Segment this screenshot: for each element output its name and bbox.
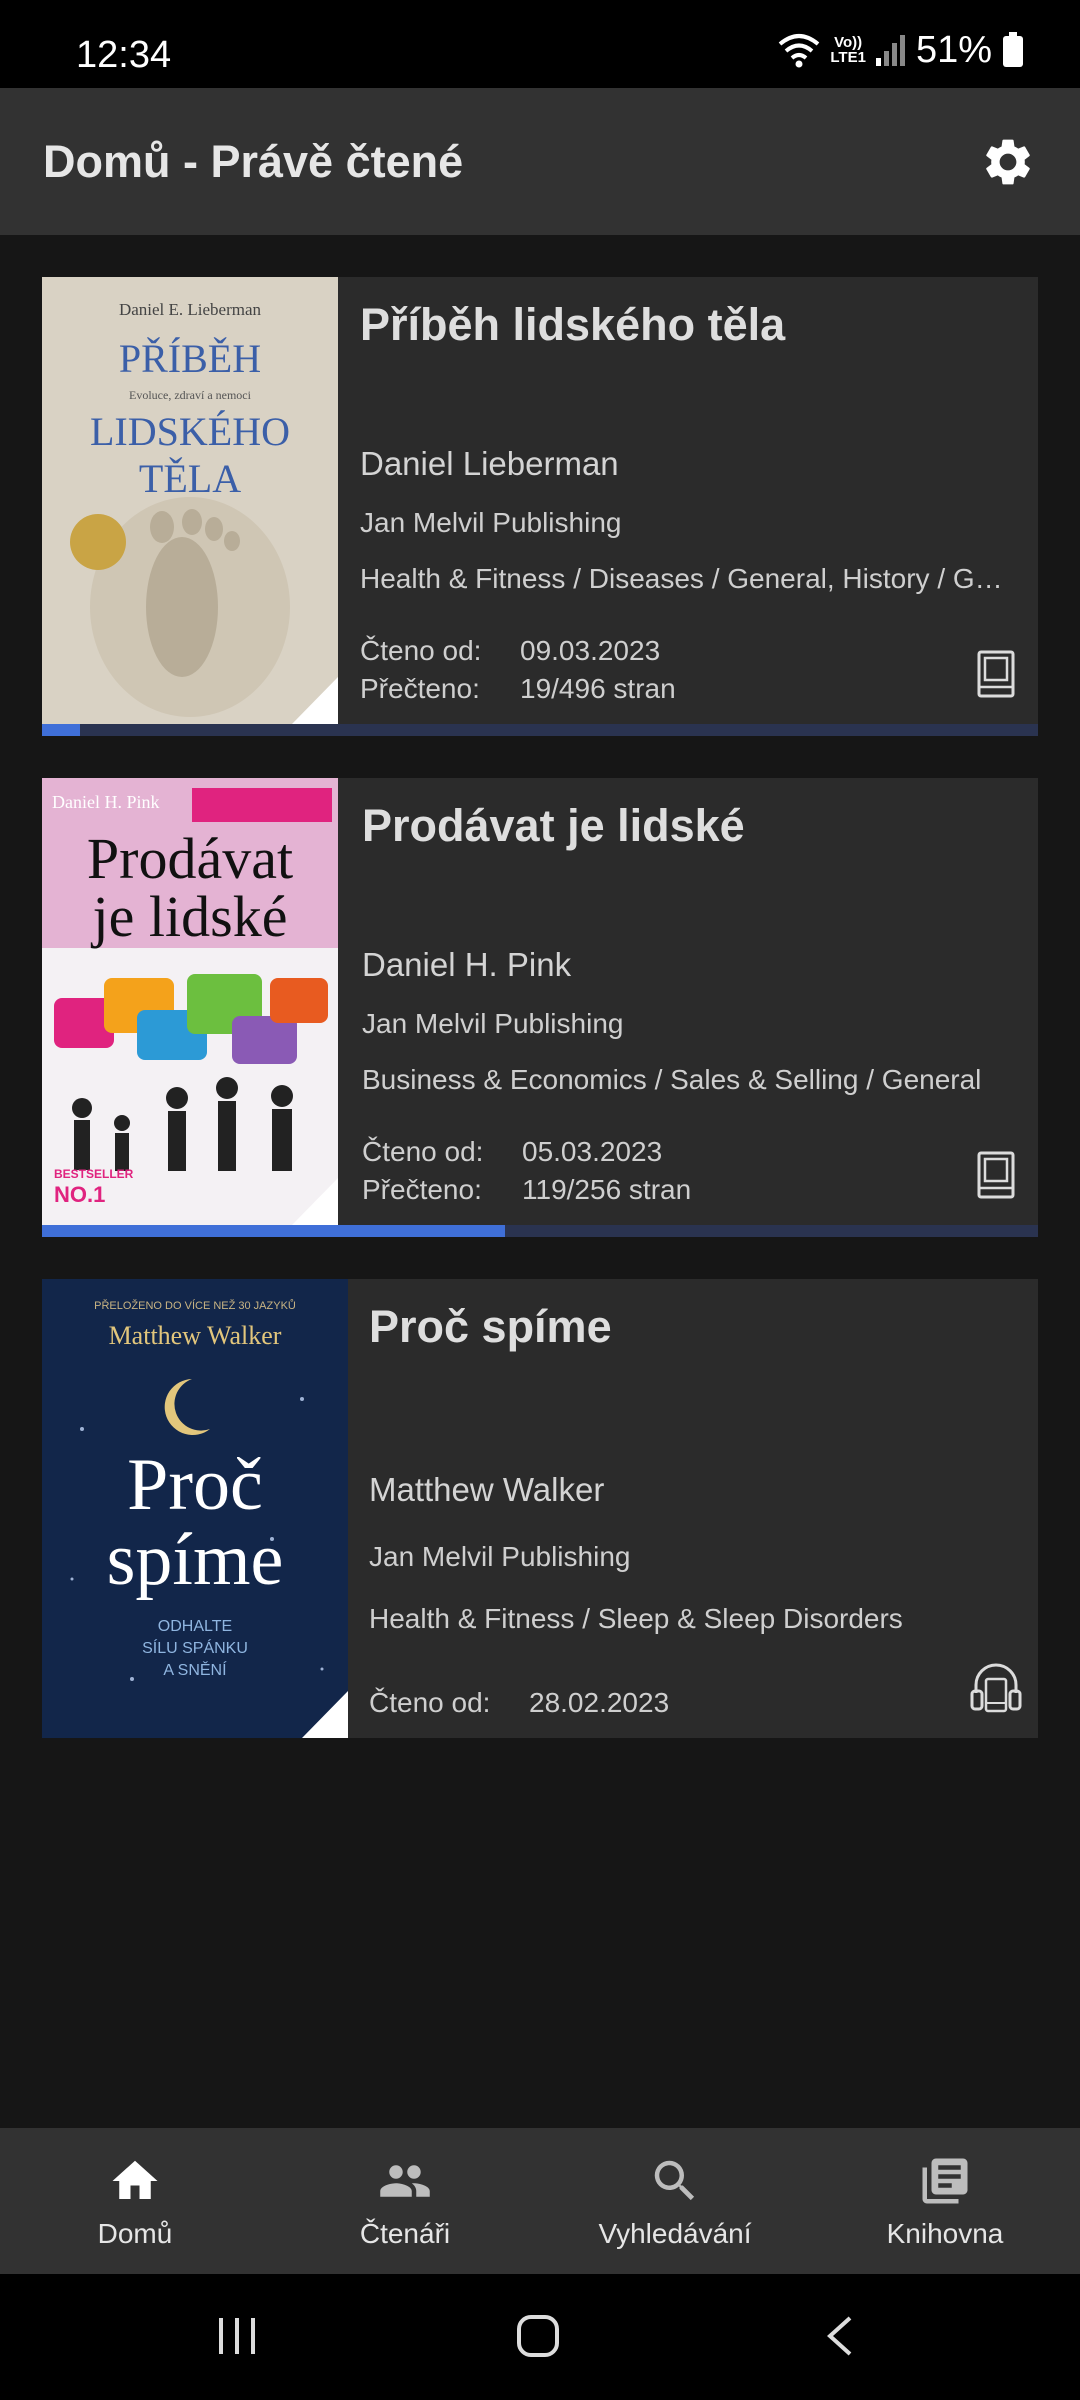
status-bar: 12:34 Vo)) LTE1 51% <box>0 0 1080 88</box>
book-publisher: Jan Melvil Publishing <box>369 1541 631 1572</box>
recent-apps-button[interactable] <box>215 2314 259 2358</box>
app-bar: Domů - Právě čtené <box>0 88 1080 235</box>
gear-icon[interactable] <box>980 134 1036 190</box>
cover-title-line2: LIDSKÉHO <box>90 409 290 454</box>
read-since-label: Čteno od: <box>369 1687 491 1718</box>
nav-search-label: Vyhledávání <box>598 2218 752 2249</box>
read-pages-row: Přečteno: 119/256 stran <box>362 1174 691 1206</box>
book-icon <box>977 650 1015 698</box>
book-categories: Health & Fitness / Sleep & Sleep Disorde… <box>369 1603 903 1634</box>
book-card[interactable]: PŘELOŽENO DO VÍCE NEŽ 30 JAZYKŮ Matthew … <box>42 1279 1038 1738</box>
book-categories: Business & Economics / Sales & Selling /… <box>362 1064 982 1095</box>
book-icon <box>977 1151 1015 1199</box>
read-pages-value: 119/256 stran <box>522 1174 692 1205</box>
book-cover-image: Daniel E. Lieberman PŘÍBĚH Evoluce, zdra… <box>42 277 338 724</box>
book-author: Daniel H. Pink <box>362 946 572 983</box>
read-since-row: Čteno od: 28.02.2023 <box>369 1687 669 1719</box>
book-categories: Health & Fitness / Diseases / General, H… <box>360 563 1016 594</box>
cover-sub1: ODHALTE <box>158 1618 232 1635</box>
cover-subtitle: Evoluce, zdraví a nemoci <box>129 388 252 402</box>
read-pages-value: 19/496 stran <box>520 673 676 704</box>
cover-badge-top: BESTSELLER <box>54 1167 134 1181</box>
search-icon <box>654 2160 695 2201</box>
cover-title-line1: Prodávat <box>87 826 293 891</box>
page-title: Domů - Právě čtené <box>43 136 464 187</box>
book-author: Daniel Lieberman <box>360 445 619 482</box>
read-since-value: 28.02.2023 <box>529 1687 670 1718</box>
cover-title-line1: Proč <box>127 1444 263 1526</box>
nav-library-label: Knihovna <box>886 2218 1004 2249</box>
book-title: Prodávat je lidské <box>362 800 745 851</box>
read-pages-row: Přečteno: 19/496 stran <box>360 673 676 705</box>
cover-title-line3: TĚLA <box>139 456 241 501</box>
read-since-value: 05.03.2023 <box>522 1136 663 1167</box>
battery-icon <box>1003 32 1023 67</box>
nav-search[interactable]: Vyhledávání <box>540 2128 810 2274</box>
book-publisher: Jan Melvil Publishing <box>360 507 622 538</box>
nav-library[interactable]: Knihovna <box>810 2128 1080 2274</box>
reading-progress-bar <box>42 724 1038 736</box>
network-type: Vo)) LTE1 <box>830 34 866 66</box>
cover-title-line2: spíme <box>107 1519 284 1601</box>
reading-progress-fill <box>42 724 80 736</box>
cover-badge: NO.1 <box>54 1182 105 1207</box>
read-since-value: 09.03.2023 <box>520 635 661 666</box>
status-icons: Vo)) LTE1 51% <box>778 28 1024 71</box>
nav-readers-label: Čtenáři <box>359 2218 451 2249</box>
book-cover-image: PŘELOŽENO DO VÍCE NEŽ 30 JAZYKŮ Matthew … <box>42 1279 348 1738</box>
library-icon <box>922 2158 968 2204</box>
nav-home-label: Domů <box>97 2218 173 2249</box>
read-since-label: Čteno od: <box>360 635 482 666</box>
read-since-row: Čteno od: 09.03.2023 <box>360 635 660 667</box>
nav-readers[interactable]: Čtenáři <box>270 2128 540 2274</box>
system-navigation-bar <box>0 2274 1080 2400</box>
book-publisher: Jan Melvil Publishing <box>362 1008 624 1039</box>
read-since-label: Čteno od: <box>362 1136 484 1167</box>
book-author: Matthew Walker <box>369 1471 605 1508</box>
book-title: Proč spíme <box>369 1301 612 1352</box>
cover-title-line2: je lidské <box>91 884 288 949</box>
reading-progress-bar <box>42 1225 1038 1237</box>
back-button[interactable] <box>824 2314 856 2358</box>
cover-sub2: SÍLU SPÁNKU <box>142 1638 248 1657</box>
headphones-icon <box>970 1663 1022 1713</box>
cover-author: Daniel E. Lieberman <box>119 300 262 319</box>
cover-sub3: A SNĚNÍ <box>163 1660 227 1679</box>
book-title: Příběh lidského těla <box>360 299 786 350</box>
battery-percent: 51% <box>915 28 992 71</box>
book-card[interactable]: Daniel H. Pink Prodávat je lidské BESTSE… <box>42 778 1038 1237</box>
wifi-icon <box>779 34 820 68</box>
cover-author: Matthew Walker <box>109 1321 282 1350</box>
bottom-navigation: Domů Čtenáři Vyhledávání Knihovna <box>0 2128 1080 2274</box>
status-time: 12:34 <box>76 34 172 76</box>
book-card[interactable]: Daniel E. Lieberman PŘÍBĚH Evoluce, zdra… <box>42 277 1038 736</box>
signal-icon <box>875 35 905 66</box>
book-cover-image: Daniel H. Pink Prodávat je lidské BESTSE… <box>42 778 338 1225</box>
cover-top-text: PŘELOŽENO DO VÍCE NEŽ 30 JAZYKŮ <box>94 1299 296 1312</box>
nav-home[interactable]: Domů <box>0 2128 270 2274</box>
cover-author: Daniel H. Pink <box>52 792 160 812</box>
reading-progress-fill <box>42 1225 506 1237</box>
read-pages-label: Přečteno: <box>362 1174 482 1205</box>
home-button[interactable] <box>516 2314 560 2358</box>
cover-title-line1: PŘÍBĚH <box>119 336 261 381</box>
home-icon <box>112 2160 158 2199</box>
read-since-row: Čteno od: 05.03.2023 <box>362 1136 662 1168</box>
read-pages-label: Přečteno: <box>360 673 480 704</box>
people-icon <box>380 2165 430 2197</box>
